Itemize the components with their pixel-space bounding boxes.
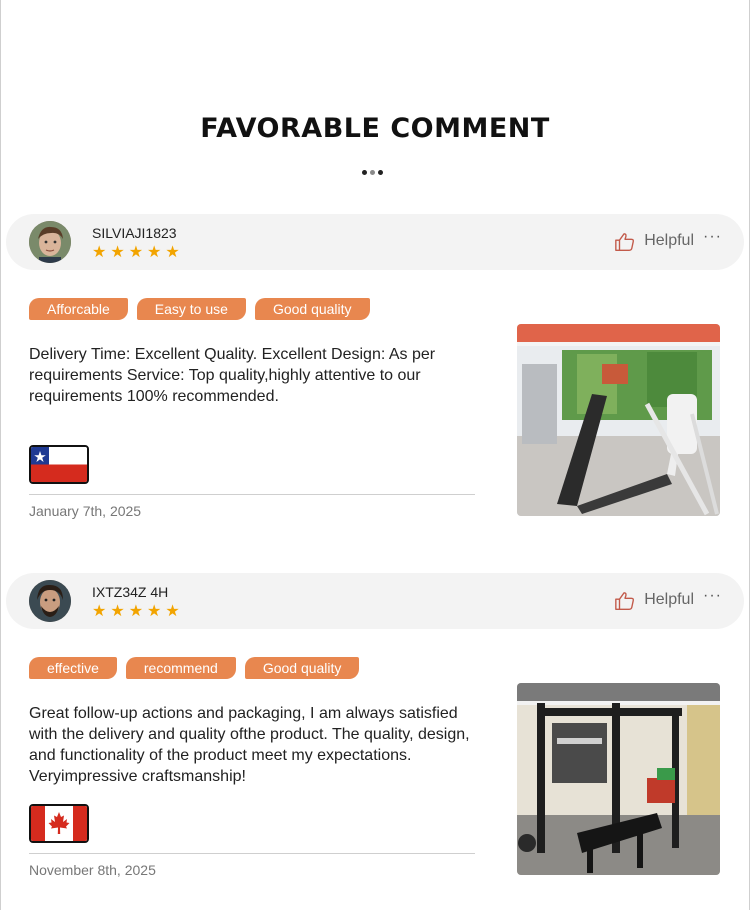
carousel-dot[interactable] — [370, 170, 375, 175]
star-rating: ★★★★★ — [92, 244, 184, 261]
username: SILVIAJI1823 — [92, 225, 177, 241]
chile-flag-icon — [29, 445, 89, 484]
canada-flag-icon — [29, 804, 89, 843]
avatar[interactable] — [29, 580, 71, 622]
tag: recommend — [125, 657, 236, 679]
review-card: IXTZ34Z 4H ★★★★★ Helpful ··· effective re… — [0, 573, 750, 903]
more-options-button[interactable]: ··· — [703, 587, 722, 605]
tag: Good quality — [244, 657, 360, 679]
review-date: November 8th, 2025 — [29, 862, 156, 878]
review-photo[interactable] — [517, 683, 720, 875]
tag-list: effective recommend Good quality — [29, 657, 368, 679]
section-title: FAVORABLE COMMENT — [200, 113, 550, 144]
review-card: SILVIAJI1823 ★★★★★ Helpful ··· Afforcabl… — [0, 214, 750, 544]
carousel-dots[interactable] — [362, 170, 386, 176]
tag: effective — [29, 657, 117, 679]
review-text: Delivery Time: Excellent Quality. Excell… — [29, 346, 436, 405]
review-text: Great follow-up actions and packaging, I… — [29, 705, 470, 785]
star-rating: ★★★★★ — [92, 603, 184, 620]
avatar[interactable] — [29, 221, 71, 263]
divider — [29, 494, 475, 495]
divider — [29, 853, 475, 854]
tag: Easy to use — [136, 298, 246, 320]
review-date: January 7th, 2025 — [29, 503, 142, 519]
carousel-dot[interactable] — [362, 170, 367, 175]
thumbs-up-icon[interactable] — [614, 590, 636, 612]
more-options-button[interactable]: ··· — [703, 228, 722, 246]
helpful-button[interactable]: Helpful — [644, 591, 694, 609]
username: IXTZ34Z 4H — [92, 584, 169, 600]
helpful-button[interactable]: Helpful — [644, 232, 694, 250]
review-header: SILVIAJI1823 ★★★★★ Helpful ··· — [6, 214, 744, 270]
review-photo[interactable] — [517, 324, 720, 516]
carousel-dot[interactable] — [378, 170, 383, 175]
thumbs-up-icon[interactable] — [614, 231, 636, 253]
tag-list: Afforcable Easy to use Good quality — [29, 298, 379, 320]
tag: Afforcable — [29, 298, 128, 320]
tag: Good quality — [254, 298, 370, 320]
review-header: IXTZ34Z 4H ★★★★★ Helpful ··· — [6, 573, 744, 629]
